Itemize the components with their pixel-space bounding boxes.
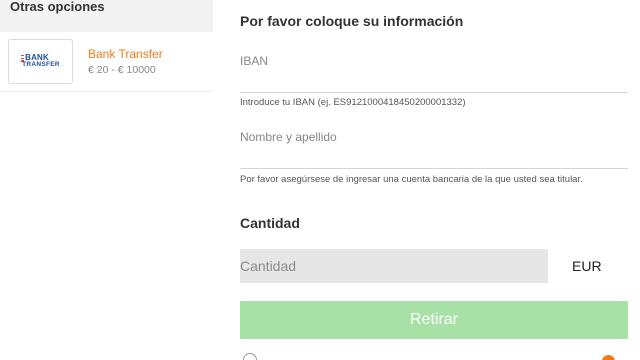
sidebar-header: Otras opciones (0, 0, 213, 32)
payment-method-range: € 20 - € 10000 (88, 64, 156, 76)
name-field[interactable] (240, 128, 628, 169)
bank-transfer-logo: BANK TRANSFER (8, 39, 73, 84)
checkbox-circle-icon[interactable] (243, 353, 257, 360)
iban-input[interactable] (240, 54, 628, 68)
amount-label: Cantidad (240, 215, 300, 231)
iban-field[interactable] (240, 52, 628, 93)
currency-label: EUR (572, 258, 602, 274)
logo-text-bottom: TRANSFER (22, 61, 60, 69)
full-name-input[interactable] (240, 130, 628, 144)
amount-input[interactable] (240, 249, 548, 283)
iban-hint: Introduce tu IBAN (ej. ES912100041845020… (240, 97, 466, 108)
payment-method-name: Bank Transfer (88, 47, 163, 61)
payment-options-sidebar: Otras opciones BANK TRANSFER Bank Transf… (0, 0, 213, 360)
payment-method-bank-transfer[interactable]: BANK TRANSFER Bank Transfer € 20 - € 100… (0, 32, 213, 92)
withdraw-button[interactable]: Retirar (240, 301, 628, 339)
withdrawal-form: Por favor coloque su información Introdu… (240, 0, 628, 360)
amount-field[interactable] (240, 249, 548, 283)
form-title: Por favor coloque su información (240, 13, 464, 29)
sidebar-header-title: Otras opciones (10, 0, 105, 14)
info-dot-icon[interactable] (602, 355, 615, 360)
account-holder-hint: Por favor asegúrsese de ingresar una cue… (240, 174, 583, 185)
